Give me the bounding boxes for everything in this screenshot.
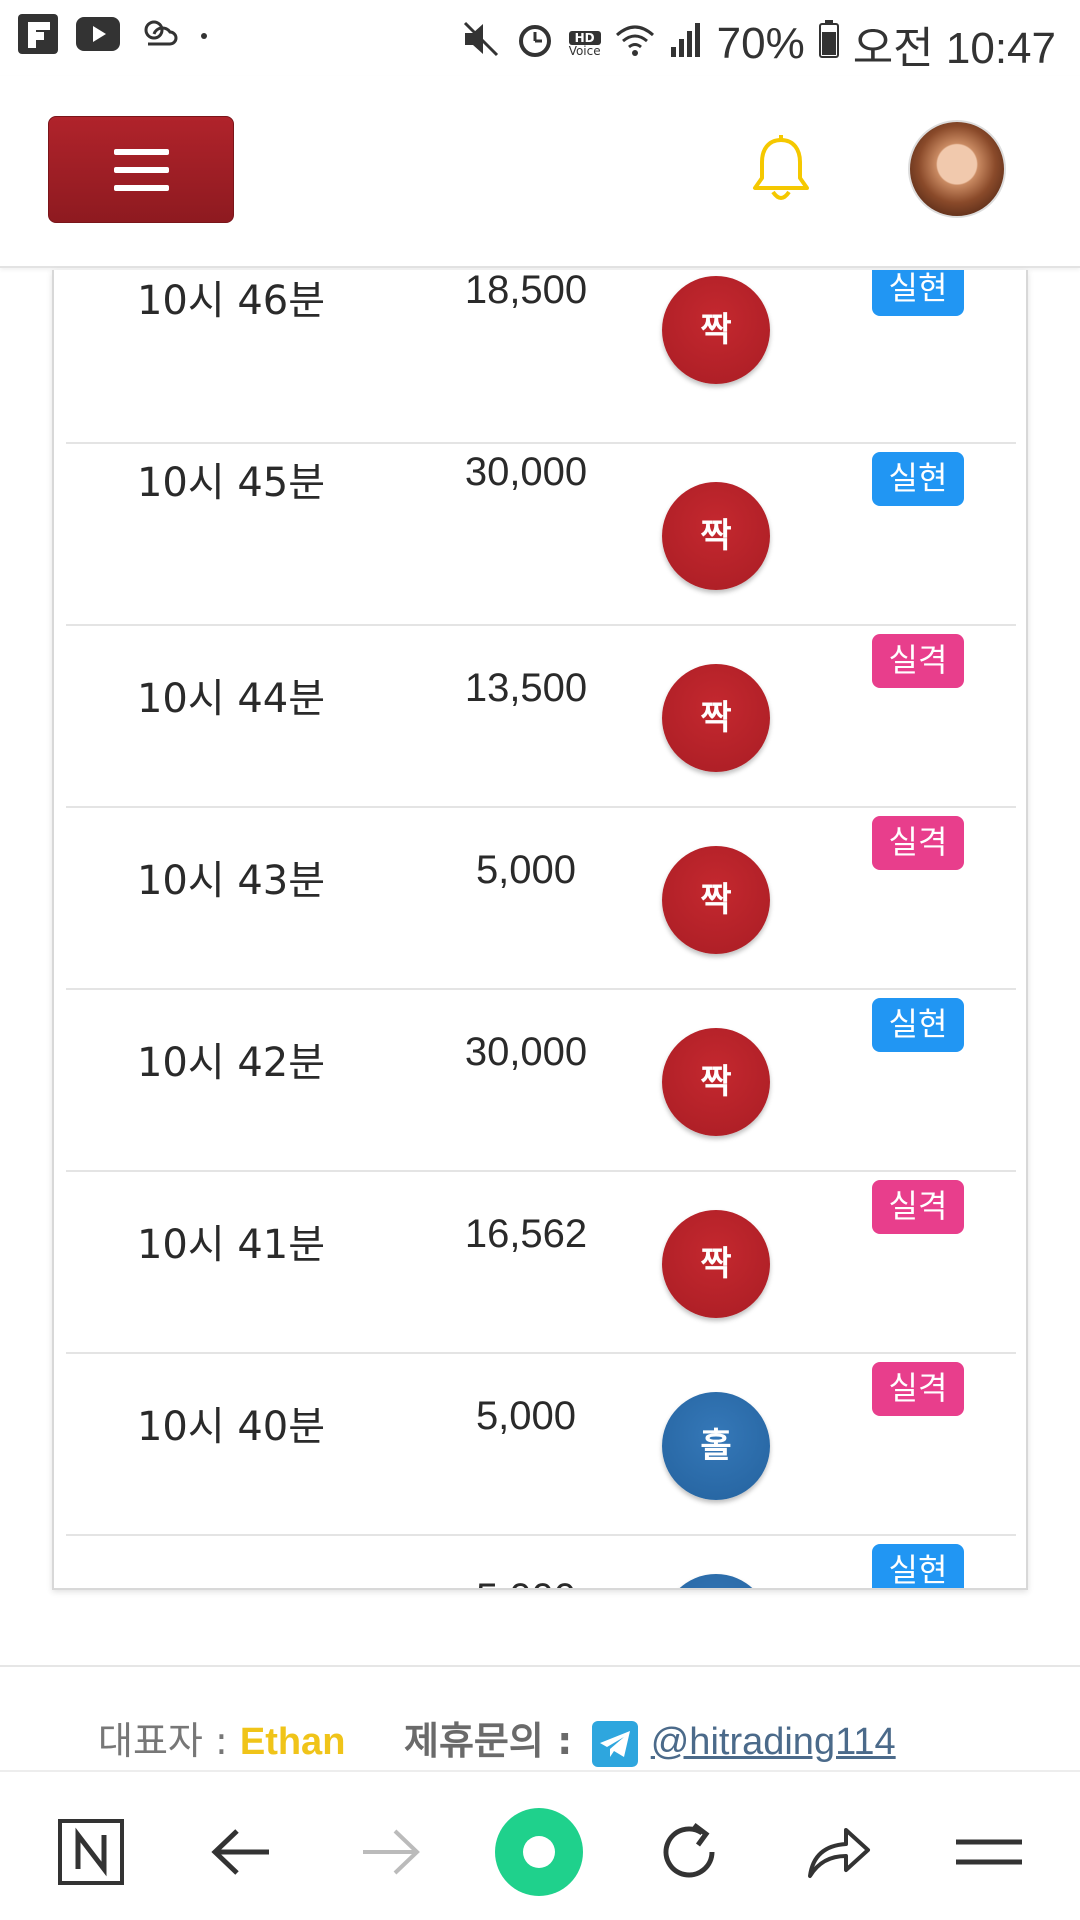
pick-ball[interactable]: 홀: [662, 1392, 770, 1500]
youtube-icon: [76, 17, 120, 55]
battery-icon: [818, 20, 839, 68]
rep-label: 대표자 :: [98, 1719, 240, 1763]
contact: 제휴문의 : @hitrading114: [404, 1710, 896, 1767]
row-amount: 5,000: [475, 848, 577, 892]
menu-icon[interactable]: [944, 1807, 1034, 1897]
flipboard-icon: [18, 14, 58, 58]
result-badge: 실현: [872, 452, 964, 506]
status-left: [18, 14, 210, 58]
pick-ball[interactable]: 짝: [662, 664, 770, 772]
battery-percent: 70%: [716, 19, 805, 68]
contact-label: 제휴문의 :: [404, 1719, 586, 1763]
row-time: 10시 43분: [136, 858, 326, 904]
result-badge: 실격: [872, 1180, 964, 1234]
row-amount: 5,000: [396, 1576, 656, 1588]
row-time: 10시 45분: [136, 460, 326, 506]
result-badge: 실격: [872, 634, 964, 688]
row-time: 10시 44분: [136, 676, 326, 722]
telegram-icon: [591, 1720, 638, 1767]
hd-label: HD: [568, 31, 601, 45]
row-amount: 30,000: [464, 1030, 588, 1074]
table-row: 10시 43분 5,000 짝 실격: [66, 808, 1016, 990]
row-time: 10시 39분: [66, 1576, 396, 1588]
back-icon[interactable]: [196, 1807, 286, 1897]
row-amount: 30,000: [464, 450, 588, 494]
bell-icon[interactable]: [750, 134, 812, 206]
rep-name: Ethan: [239, 1721, 346, 1763]
row-amount: 16,562: [464, 1212, 588, 1256]
status-bar: HD Voice 70% 오전 10:47: [0, 0, 1080, 76]
result-badge: 실현: [872, 270, 964, 316]
menu-button[interactable]: [48, 116, 234, 223]
representative: 대표자 : Ethan: [98, 1710, 345, 1765]
table-row: 10시 41분 16,562 짝 실격: [66, 1172, 1016, 1354]
table-row: 10시 42분 30,000 짝 실현: [66, 990, 1016, 1172]
forward-icon[interactable]: [346, 1807, 436, 1897]
app-header: [0, 76, 1080, 268]
contact-link[interactable]: @hitrading114: [651, 1721, 896, 1763]
refresh-icon[interactable]: [644, 1807, 734, 1897]
wifi-icon: [615, 21, 655, 67]
hd-voice-icon: HD Voice: [568, 31, 601, 58]
avatar[interactable]: [908, 120, 1006, 218]
table-row: 10시 46분 18,500 짝 실현: [66, 270, 1016, 444]
dot-icon: [198, 27, 210, 46]
table-row: 10시 45분 30,000 짝 실현: [66, 444, 1016, 626]
footer-divider: [0, 1665, 1080, 1667]
pick-ball[interactable]: 짝: [662, 1210, 770, 1318]
row-amount: 5,000: [475, 1394, 577, 1438]
pick-ball[interactable]: 짝: [662, 1028, 770, 1136]
row-time: 10시 46분: [136, 278, 326, 324]
table-row: 10시 44분 13,500 짝 실격: [66, 626, 1016, 808]
voice-label: Voice: [568, 44, 601, 58]
pick-ball[interactable]: 짝: [662, 846, 770, 954]
pick-ball[interactable]: 짝: [662, 482, 770, 590]
table-row: 10시 39분 5,000 홀 실현: [66, 1536, 1016, 1588]
result-badge: 실격: [872, 816, 964, 870]
row-time: 10시 40분: [136, 1404, 326, 1450]
clock: 오전 10:47: [852, 24, 1056, 73]
status-right: HD Voice 70% 오전 10:47: [461, 12, 1056, 76]
weather-icon: [138, 14, 180, 58]
pick-ball[interactable]: 홀: [662, 1574, 770, 1588]
browser-nav-bar: [0, 1770, 1080, 1920]
share-icon[interactable]: [794, 1807, 884, 1897]
row-time: 10시 42분: [136, 1040, 326, 1086]
pick-ball[interactable]: 짝: [662, 276, 770, 384]
table-row: 10시 40분 5,000 홀 실격: [66, 1354, 1016, 1536]
row-amount: 18,500: [464, 270, 588, 312]
alarm-icon: [515, 19, 555, 69]
result-badge: 실현: [872, 1544, 964, 1588]
home-circle-icon[interactable]: [494, 1807, 584, 1897]
signal-icon: [669, 21, 703, 67]
mute-icon: [461, 19, 501, 69]
result-badge: 실격: [872, 1362, 964, 1416]
row-amount: 13,500: [464, 666, 588, 710]
history-table: 10시 46분 18,500 짝 실현 10시 45분 30,000 짝 실현 …: [52, 270, 1028, 1590]
n-home-icon[interactable]: [46, 1807, 136, 1897]
footer: 대표자 : Ethan 제휴문의 : @hitrading114: [0, 1700, 1080, 1767]
row-time: 10시 41분: [136, 1222, 326, 1268]
result-badge: 실현: [872, 998, 964, 1052]
